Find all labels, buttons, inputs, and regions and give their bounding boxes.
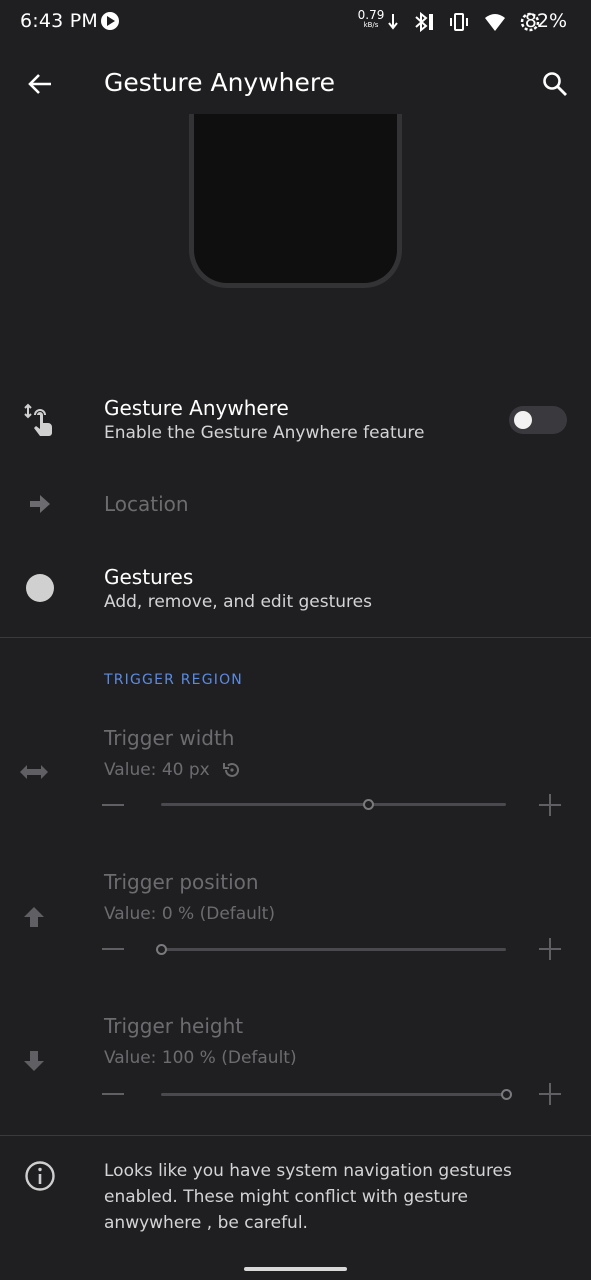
decrease-button[interactable] xyxy=(100,1081,126,1107)
slider-track[interactable] xyxy=(161,799,506,810)
app-bar: Gesture Anywhere xyxy=(0,44,591,124)
back-button[interactable] xyxy=(20,64,60,104)
divider xyxy=(0,637,591,638)
slider-value-text: Value: 100 % (Default) xyxy=(104,1048,297,1068)
section-header-trigger-region: TRIGGER REGION xyxy=(104,672,243,688)
pref-summary: Add, remove, and edit gestures xyxy=(104,592,372,612)
network-speed-value: 0.79 xyxy=(357,8,385,22)
info-footer: Looks like you have system navigation ge… xyxy=(0,1136,591,1246)
circle-icon xyxy=(18,566,62,610)
increase-button[interactable] xyxy=(537,936,563,962)
horizontal-arrows-icon xyxy=(12,750,56,794)
slider-title: Trigger height xyxy=(104,1014,244,1038)
pref-gestures[interactable]: Gestures Add, remove, and edit gestures xyxy=(0,560,591,622)
slider-thumb[interactable] xyxy=(155,944,167,955)
download-arrow-icon xyxy=(388,14,398,30)
slider-value: Value: 40 px xyxy=(104,760,242,780)
decrease-button[interactable] xyxy=(100,936,126,962)
slider-title: Trigger position xyxy=(104,870,259,894)
slider-track[interactable] xyxy=(161,1089,512,1100)
slider-thumb[interactable] xyxy=(362,799,374,810)
network-speed-unit: kB/s xyxy=(363,21,379,29)
gesture-nav-handle[interactable] xyxy=(244,1267,347,1271)
pref-title: Location xyxy=(104,492,189,516)
slider-value-text: Value: 0 % (Default) xyxy=(104,904,275,924)
pref-location[interactable]: Location xyxy=(0,476,591,532)
status-bar: 6:43 PM 0.79 kB/s 82% xyxy=(0,0,591,44)
search-button[interactable] xyxy=(535,64,575,104)
arrow-left-icon xyxy=(28,74,51,94)
slider-track[interactable] xyxy=(155,944,506,955)
bluetooth-icon xyxy=(415,11,433,33)
pref-title: Gestures xyxy=(104,565,194,589)
slider-value: Value: 0 % (Default) xyxy=(104,904,275,924)
switch-knob xyxy=(514,411,532,429)
slider-value: Value: 100 % (Default) xyxy=(104,1048,297,1068)
slider-value-text: Value: 40 px xyxy=(104,760,210,780)
slider-trigger-position: Trigger position Value: 0 % (Default) xyxy=(0,870,591,1000)
arrow-down-icon xyxy=(12,1039,56,1083)
vibrate-icon xyxy=(450,13,468,31)
pref-gesture-anywhere[interactable]: Gesture Anywhere Enable the Gesture Anyw… xyxy=(0,390,591,452)
increase-button[interactable] xyxy=(537,792,563,818)
status-time: 6:43 PM xyxy=(20,10,98,32)
network-speed: 0.79 kB/s xyxy=(356,9,386,29)
page-title: Gesture Anywhere xyxy=(104,68,336,97)
media-icon xyxy=(101,12,119,30)
phone-preview-illustration xyxy=(189,114,402,288)
slider-title: Trigger width xyxy=(104,726,235,750)
search-icon xyxy=(543,72,567,96)
arrow-right-icon xyxy=(18,482,62,526)
info-icon xyxy=(25,1161,55,1191)
status-icons xyxy=(388,10,540,34)
pref-summary: Enable the Gesture Anywhere feature xyxy=(104,423,425,443)
pref-title: Gesture Anywhere xyxy=(104,396,289,420)
decrease-button[interactable] xyxy=(100,792,126,818)
increase-button[interactable] xyxy=(537,1081,563,1107)
arrow-up-icon xyxy=(12,895,56,939)
gesture-preview xyxy=(0,114,591,364)
gesture-anywhere-switch[interactable] xyxy=(509,406,567,434)
slider-trigger-width: Trigger width Value: 40 px xyxy=(0,726,591,856)
touch-gesture-icon xyxy=(18,398,62,442)
slider-thumb[interactable] xyxy=(500,1089,512,1100)
battery-percent: 82% xyxy=(524,10,567,32)
info-text: Looks like you have system navigation ge… xyxy=(104,1161,512,1233)
slider-trigger-height: Trigger height Value: 100 % (Default) xyxy=(0,1014,591,1144)
reset-icon[interactable] xyxy=(222,760,242,780)
wifi-icon xyxy=(485,14,505,31)
